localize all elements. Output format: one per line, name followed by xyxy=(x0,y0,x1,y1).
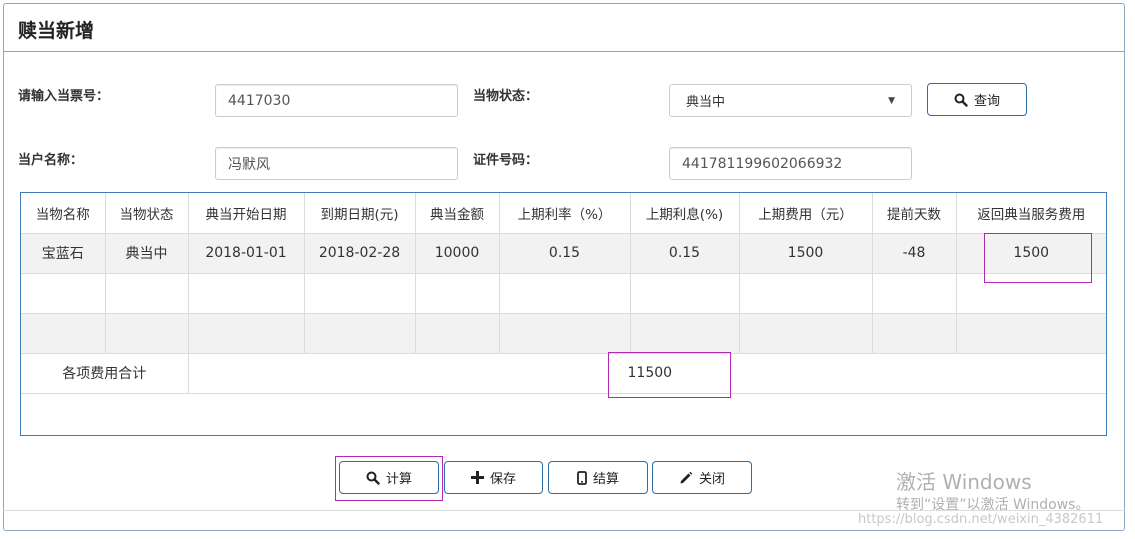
table-cell: 2018-01-01 xyxy=(187,232,305,274)
highlight-box xyxy=(984,233,1092,283)
chevron-down-icon: ▼ xyxy=(888,95,895,106)
pencil-icon xyxy=(679,471,693,485)
table-row-empty xyxy=(21,272,1106,314)
table-row-empty xyxy=(21,312,1106,354)
save-button-label: 保存 xyxy=(489,472,516,487)
windows-activation-subtitle: 转到“设置”以激活 Windows。 xyxy=(896,497,1090,513)
total-label: 各项费用合计 xyxy=(21,352,189,394)
ticket-number-label: 请输入当票号： xyxy=(18,89,110,104)
id-number-label: 证件号码： xyxy=(473,153,539,168)
page-title: 赎当新增 xyxy=(18,20,95,42)
search-icon xyxy=(954,93,968,107)
owner-name-label: 当户名称： xyxy=(18,153,84,168)
close-button[interactable]: 关闭 xyxy=(652,461,752,494)
close-button-label: 关闭 xyxy=(698,472,725,487)
query-button-label: 查询 xyxy=(973,94,1000,109)
table-cell: 10000 xyxy=(414,232,500,274)
settle-button-label: 结算 xyxy=(592,472,619,487)
column-header: 当物状态 xyxy=(104,193,189,234)
owner-name-value: 冯默风 xyxy=(228,156,270,173)
windows-activation-title: 激活 Windows xyxy=(896,470,1032,494)
table-cell: 0.15 xyxy=(498,232,631,274)
blog-watermark-url: https://blog.csdn.net/weixin_4382611 xyxy=(858,512,1104,527)
column-header: 上期利息(%) xyxy=(629,193,740,234)
total-row: 各项费用合计 11500 xyxy=(21,352,1106,394)
column-header: 到期日期(元) xyxy=(303,193,416,234)
id-number-value: 441781199602066932 xyxy=(682,155,843,172)
panel-header: 赎当新增 xyxy=(4,4,1124,52)
table-cell: 典当中 xyxy=(104,232,189,274)
table-cell: 宝蓝石 xyxy=(21,232,106,274)
column-header: 典当金额 xyxy=(414,193,500,234)
table-row[interactable]: 宝蓝石 典当中 2018-01-01 2018-02-28 10000 0.15… xyxy=(21,232,1106,274)
id-number-input[interactable]: 441781199602066932 xyxy=(669,147,912,180)
column-header: 上期利率（%） xyxy=(498,193,631,234)
ticket-number-input[interactable]: 4417030 xyxy=(215,84,458,117)
column-header: 上期费用（元） xyxy=(738,193,873,234)
table-header-row: 当物名称 当物状态 典当开始日期 到期日期(元) 典当金额 上期利率（%） 上期… xyxy=(21,193,1106,234)
table-cell: 0.15 xyxy=(629,232,740,274)
column-header: 返回典当服务费用 xyxy=(955,193,1106,234)
calculate-button[interactable]: 计算 xyxy=(339,461,439,494)
settle-button[interactable]: 结算 xyxy=(548,461,648,494)
table-cell: 1500 xyxy=(738,232,873,274)
item-status-selected: 典当中 xyxy=(686,95,726,110)
highlight-box xyxy=(608,352,731,398)
table-cell: 2018-02-28 xyxy=(303,232,416,274)
table-cell: -48 xyxy=(871,232,957,274)
save-button[interactable]: 保存 xyxy=(444,461,543,494)
phone-icon xyxy=(577,470,587,485)
column-header: 典当开始日期 xyxy=(187,193,305,234)
owner-name-input[interactable]: 冯默风 xyxy=(215,147,458,180)
column-header: 提前天数 xyxy=(871,193,957,234)
search-icon xyxy=(366,471,380,485)
plus-icon xyxy=(470,471,484,484)
calculate-button-label: 计算 xyxy=(385,472,412,487)
item-status-select[interactable]: 典当中 ▼ xyxy=(669,84,912,117)
column-header: 当物名称 xyxy=(21,193,106,234)
item-table: 当物名称 当物状态 典当开始日期 到期日期(元) 典当金额 上期利率（%） 上期… xyxy=(20,192,1107,436)
ticket-number-value: 4417030 xyxy=(228,92,291,109)
query-button[interactable]: 查询 xyxy=(927,83,1027,116)
item-status-label: 当物状态： xyxy=(473,89,539,104)
